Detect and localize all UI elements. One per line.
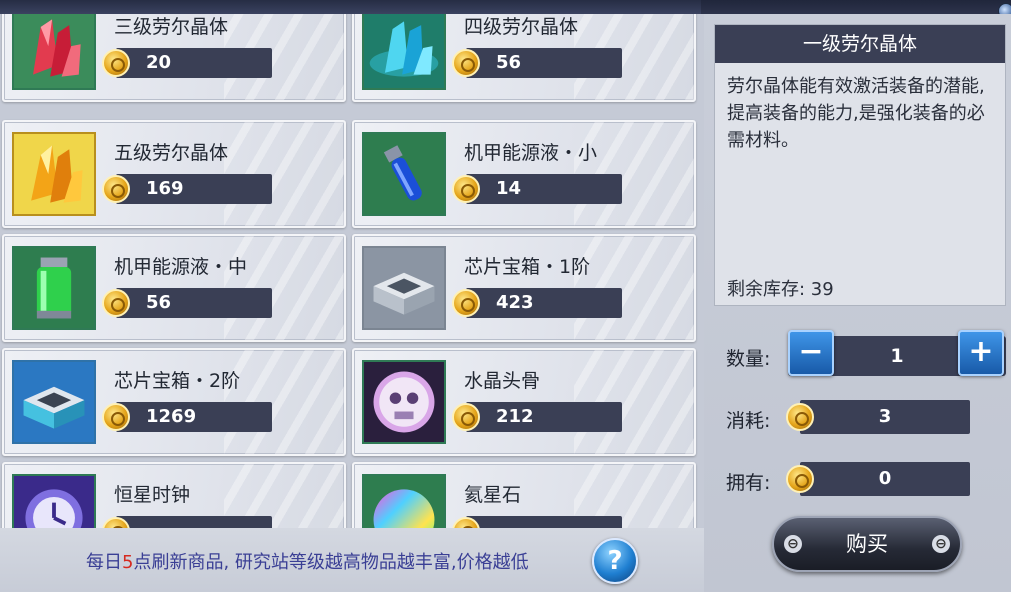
gold-coin-icon <box>102 403 130 431</box>
item-description: 劳尔晶体能有效激活装备的潜能,提高装备的能力,是强化装备的必需材料。 <box>727 76 985 151</box>
gold-coin-icon <box>102 289 130 317</box>
item-price-bar: 212 <box>452 402 622 432</box>
gold-coin-icon <box>102 175 130 203</box>
item-price: 56 <box>146 292 172 313</box>
owned-bar: 0 <box>786 462 970 496</box>
item-detail-panel: 一级劳尔晶体 劳尔晶体能有效激活装备的潜能,提高装备的能力,是强化装备的必需材料… <box>704 14 1011 592</box>
gold-coin-icon <box>452 49 480 77</box>
item-name: 五级劳尔晶体 <box>114 142 229 164</box>
helium-stone-icon <box>362 474 446 528</box>
refresh-hour-highlight: 5 <box>122 552 134 573</box>
item-price-bar <box>102 516 272 528</box>
gold-coin-icon <box>452 175 480 203</box>
minus-circle-icon: ⊖ <box>932 535 950 553</box>
shop-item-card[interactable]: 水晶头骨 212 <box>352 348 696 456</box>
item-price-bar: 169 <box>102 174 272 204</box>
item-price: 169 <box>146 178 184 199</box>
gold-crystal-icon <box>12 132 96 216</box>
item-name: 氦星石 <box>464 484 522 506</box>
refresh-text-suffix: 点刷新商品, 研究站等级越高物品越丰富,价格越低 <box>133 552 529 573</box>
refresh-text-prefix: 每日 <box>86 552 122 573</box>
stellar-clock-icon <box>12 474 96 528</box>
quantity-label: 数量: <box>726 348 771 370</box>
shop-item-card[interactable]: 五级劳尔晶体 169 <box>2 120 346 228</box>
shop-item-card[interactable]: 三级劳尔晶体 20 <box>2 14 346 102</box>
remaining-stock: 剩余库存: 39 <box>727 279 834 300</box>
shop-item-card[interactable]: 恒星时钟 <box>2 462 346 528</box>
shop-item-card[interactable]: 机甲能源液・中 56 <box>2 234 346 342</box>
item-price-bar: 1269 <box>102 402 272 432</box>
blue-vial-icon <box>362 132 446 216</box>
gold-coin-icon <box>102 49 130 77</box>
cyan-crystal-icon <box>362 14 446 90</box>
gold-coin-icon <box>452 403 480 431</box>
item-price-bar: 423 <box>452 288 622 318</box>
item-name: 恒星时钟 <box>114 484 191 506</box>
owned-value: 0 <box>878 468 892 489</box>
item-name: 芯片宝箱・2阶 <box>114 370 241 392</box>
blue-chest-icon <box>12 360 96 444</box>
item-price-bar: 56 <box>102 288 272 318</box>
item-name: 机甲能源液・中 <box>114 256 248 278</box>
selected-item-title: 一级劳尔晶体 <box>715 25 1005 63</box>
item-name: 三级劳尔晶体 <box>114 16 229 38</box>
item-price: 20 <box>146 52 172 73</box>
item-name: 四级劳尔晶体 <box>464 16 579 38</box>
gold-coin-icon <box>452 289 480 317</box>
cost-value: 3 <box>878 406 892 427</box>
item-price-bar: 14 <box>452 174 622 204</box>
green-canister-icon <box>12 246 96 330</box>
cost-bar: 3 <box>786 400 970 434</box>
item-price: 1269 <box>146 406 197 427</box>
refresh-info-text: 每日5点刷新商品, 研究站等级越高物品越丰富,价格越低 <box>86 548 529 574</box>
owned-label: 拥有: <box>726 472 771 494</box>
red-crystal-icon <box>12 14 96 90</box>
refresh-info-footer: 每日5点刷新商品, 研究站等级越高物品越丰富,价格越低 ? <box>0 528 704 592</box>
gold-coin-icon <box>102 517 130 528</box>
item-price: 56 <box>496 52 522 73</box>
gray-chest-icon <box>362 246 446 330</box>
item-price: 423 <box>496 292 534 313</box>
shop-item-card[interactable]: 四级劳尔晶体 56 <box>352 14 696 102</box>
cost-label: 消耗: <box>726 410 771 432</box>
increase-quantity-button[interactable]: + <box>958 330 1004 376</box>
item-price-bar: 20 <box>102 48 272 78</box>
shop-item-list[interactable]: 三级劳尔晶体 20 四级劳尔晶体 56 五级劳尔晶体 169 机甲能源液・小 1… <box>0 14 706 528</box>
shop-item-card[interactable]: 氦星石 <box>352 462 696 528</box>
item-price: 212 <box>496 406 534 427</box>
decrease-quantity-button[interactable]: − <box>788 330 834 376</box>
item-price-bar: 56 <box>452 48 622 78</box>
buy-button[interactable]: ⊖ 购买 ⊖ <box>772 516 962 572</box>
item-name: 芯片宝箱・1阶 <box>464 256 591 278</box>
item-name: 水晶头骨 <box>464 370 541 392</box>
shop-item-card[interactable]: 机甲能源液・小 14 <box>352 120 696 228</box>
help-button[interactable]: ? <box>592 538 638 584</box>
crystal-skull-icon <box>362 360 446 444</box>
item-description-box: 一级劳尔晶体 劳尔晶体能有效激活装备的潜能,提高装备的能力,是强化装备的必需材料… <box>714 24 1006 306</box>
shop-item-card[interactable]: 芯片宝箱・1阶 423 <box>352 234 696 342</box>
gold-coin-icon <box>452 517 480 528</box>
shop-item-card[interactable]: 芯片宝箱・2阶 1269 <box>2 348 346 456</box>
item-price: 14 <box>496 178 522 199</box>
item-name: 机甲能源液・小 <box>464 142 598 164</box>
item-price-bar <box>452 516 622 528</box>
